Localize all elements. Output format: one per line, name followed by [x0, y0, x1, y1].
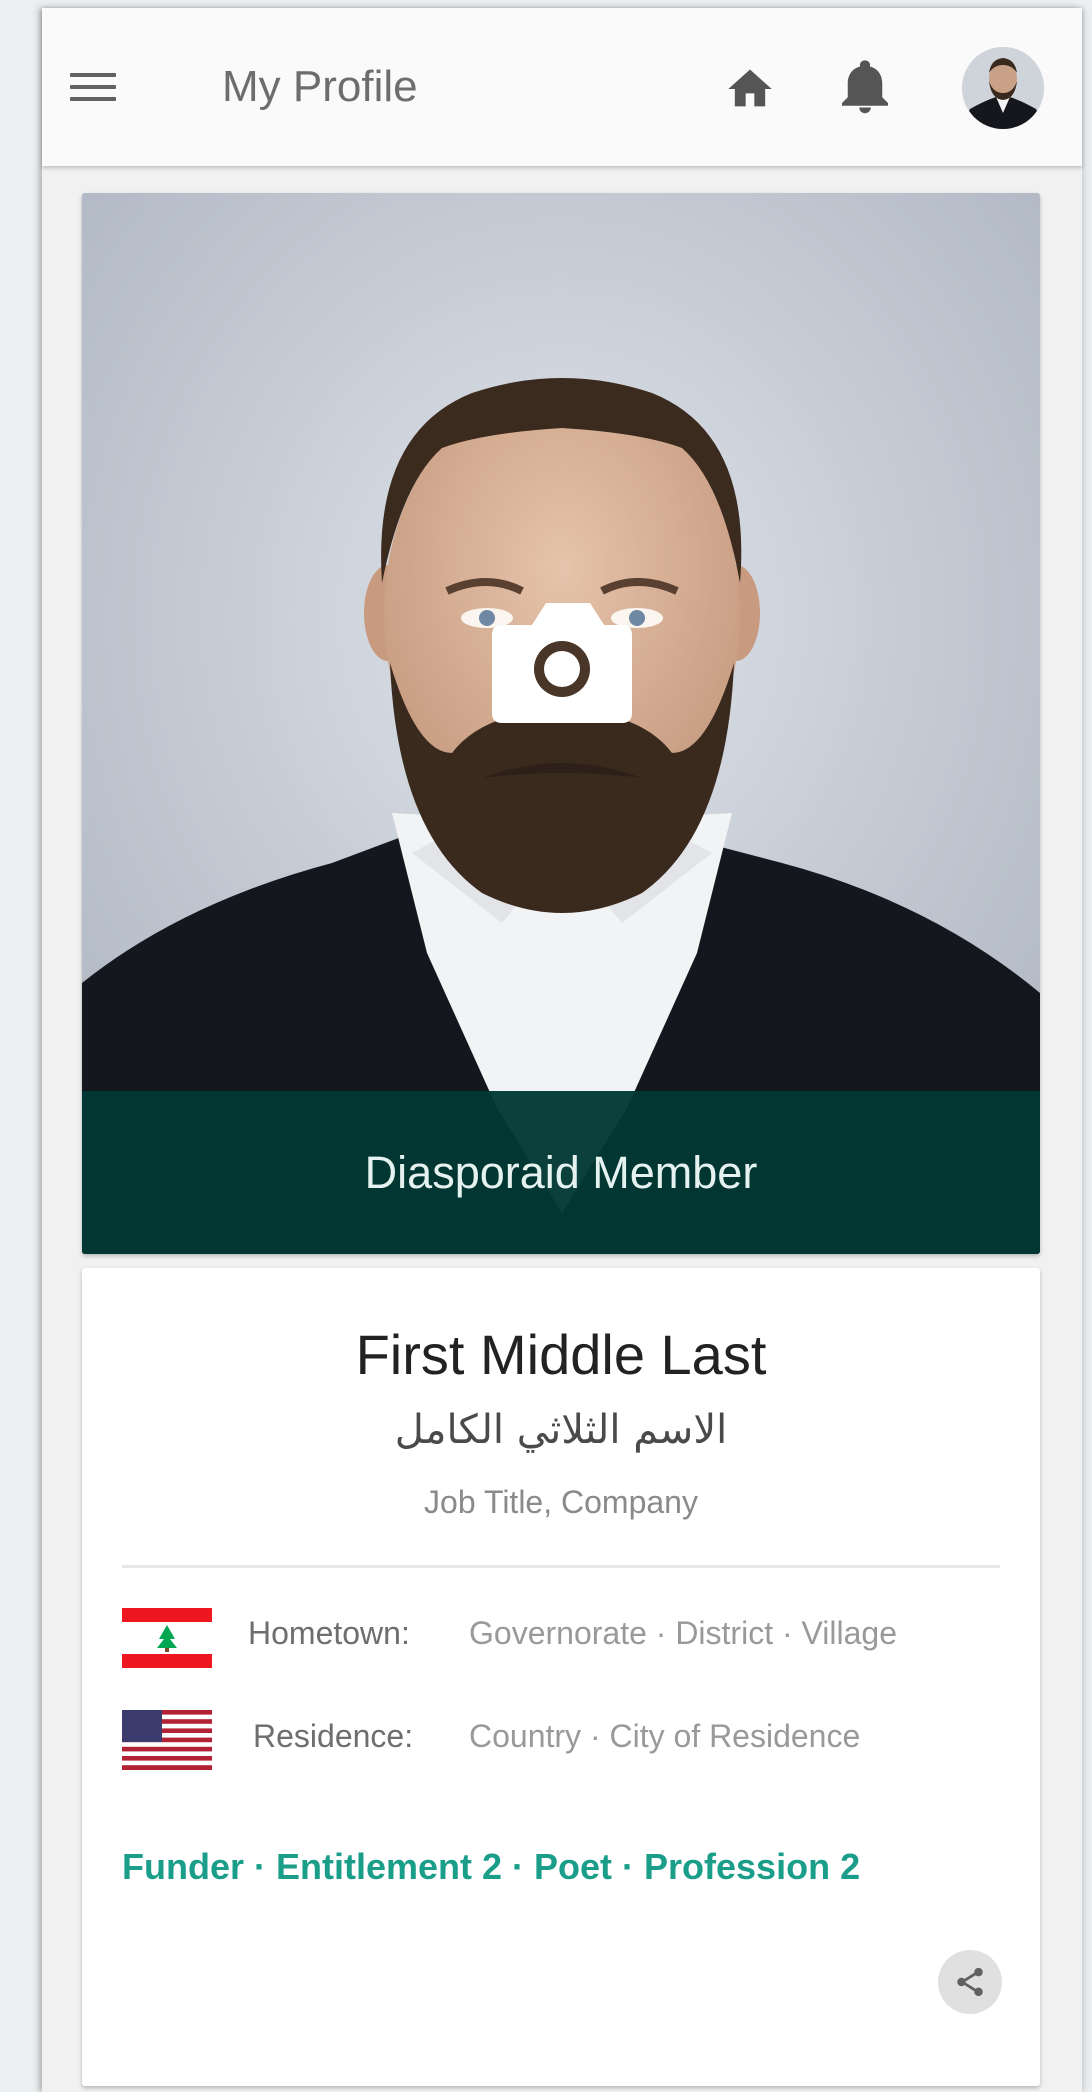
- full-name: First Middle Last: [355, 1323, 767, 1386]
- phone-frame: My Profile Diasporaid Member First Middl…: [42, 8, 1082, 2092]
- menu-icon[interactable]: [70, 60, 124, 114]
- profile-info-card: First Middle Last الاسم الثلاثي الكامل J…: [82, 1268, 1040, 2086]
- app-bar: My Profile: [42, 8, 1082, 166]
- page-title: My Profile: [222, 62, 418, 111]
- hometown-value: Governorate · District · Village: [469, 1615, 897, 1651]
- share-icon[interactable]: [938, 1950, 1002, 2014]
- hometown-label: Hometown:: [248, 1615, 410, 1651]
- bell-icon[interactable]: [842, 60, 888, 116]
- divider: [122, 1565, 1000, 1568]
- member-label: Diasporaid Member: [364, 1146, 758, 1198]
- job-title: Job Title, Company: [424, 1484, 698, 1520]
- member-badge: Diasporaid Member: [82, 1091, 1040, 1254]
- residence-value: Country · City of Residence: [469, 1718, 861, 1754]
- usa-flag-icon: [122, 1710, 212, 1770]
- home-icon[interactable]: [724, 63, 776, 115]
- arabic-name: الاسم الثلاثي الكامل: [394, 1407, 728, 1453]
- residence-label: Residence:: [253, 1718, 414, 1754]
- camera-icon[interactable]: [492, 599, 632, 723]
- lebanon-flag-icon: [122, 1608, 212, 1668]
- avatar[interactable]: [962, 47, 1044, 129]
- profile-tags: Funder · Entitlement 2 · Poet · Professi…: [122, 1846, 861, 1887]
- profile-photo-card: Diasporaid Member: [82, 193, 1040, 1254]
